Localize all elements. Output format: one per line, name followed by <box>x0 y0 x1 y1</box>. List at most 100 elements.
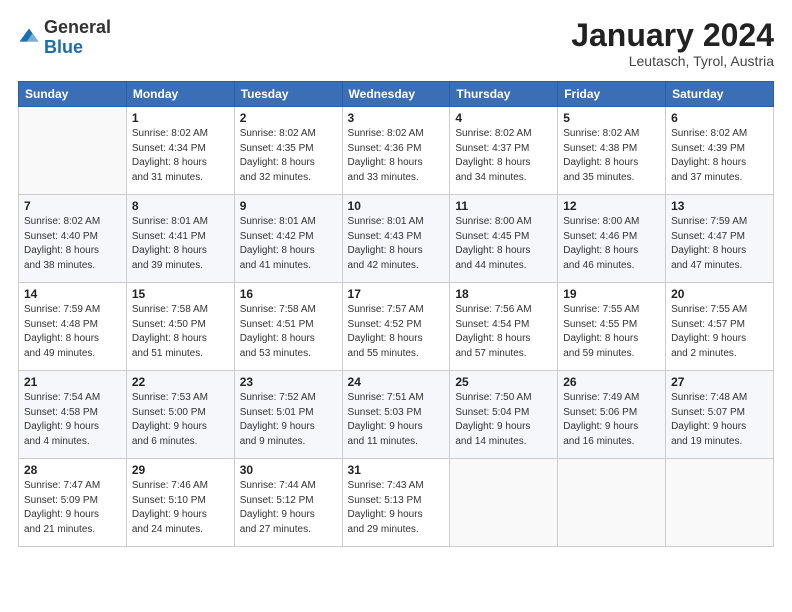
col-wednesday: Wednesday <box>342 82 450 107</box>
day-number: 8 <box>132 199 229 213</box>
table-row: 18Sunrise: 7:56 AM Sunset: 4:54 PM Dayli… <box>450 283 558 371</box>
col-thursday: Thursday <box>450 82 558 107</box>
col-saturday: Saturday <box>666 82 774 107</box>
day-detail: Sunrise: 7:55 AM Sunset: 4:57 PM Dayligh… <box>671 303 768 361</box>
header: General Blue January 2024 Leutasch, Tyro… <box>18 18 774 69</box>
calendar-week-row: 1Sunrise: 8:02 AM Sunset: 4:34 PM Daylig… <box>19 107 774 195</box>
day-detail: Sunrise: 8:02 AM Sunset: 4:38 PM Dayligh… <box>563 127 660 185</box>
day-detail: Sunrise: 8:02 AM Sunset: 4:39 PM Dayligh… <box>671 127 768 185</box>
day-number: 7 <box>24 199 121 213</box>
day-number: 10 <box>348 199 445 213</box>
day-detail: Sunrise: 8:02 AM Sunset: 4:34 PM Dayligh… <box>132 127 229 185</box>
day-number: 18 <box>455 287 552 301</box>
day-number: 21 <box>24 375 121 389</box>
table-row <box>19 107 127 195</box>
day-detail: Sunrise: 7:44 AM Sunset: 5:12 PM Dayligh… <box>240 479 337 537</box>
day-detail: Sunrise: 7:58 AM Sunset: 4:50 PM Dayligh… <box>132 303 229 361</box>
calendar-page: General Blue January 2024 Leutasch, Tyro… <box>0 0 792 612</box>
calendar-week-row: 14 Sunrise: 7:59 AM Sunset: 4:48 PM Dayli… <box>19 283 774 371</box>
day-detail: Sunrise: 8:01 AM Sunset: 4:42 PM Dayligh… <box>240 215 337 273</box>
table-row: 11 Sunrise: 8:00 AM Sunset: 4:45 PM Dayli… <box>450 195 558 283</box>
day-number: 14 <box>24 287 121 301</box>
day-number: 25 <box>455 375 552 389</box>
logo-general: General <box>44 17 111 37</box>
day-detail: Sunrise: 7:43 AM Sunset: 5:13 PM Dayligh… <box>348 479 445 537</box>
day-number: 9 <box>240 199 337 213</box>
location: Leutasch, Tyrol, Austria <box>571 53 774 69</box>
table-row: 16Sunrise: 7:58 AM Sunset: 4:51 PM Dayli… <box>234 283 342 371</box>
day-detail: Sunrise: 7:57 AM Sunset: 4:52 PM Dayligh… <box>348 303 445 361</box>
table-row <box>558 459 666 547</box>
day-detail: Sunrise: 8:02 AM Sunset: 4:36 PM Dayligh… <box>348 127 445 185</box>
calendar-week-row: 7Sunrise: 8:02 AM Sunset: 4:40 PM Daylig… <box>19 195 774 283</box>
table-row: 29Sunrise: 7:46 AM Sunset: 5:10 PM Dayli… <box>126 459 234 547</box>
table-row: 24Sunrise: 7:51 AM Sunset: 5:03 PM Dayli… <box>342 371 450 459</box>
table-row: 2Sunrise: 8:02 AM Sunset: 4:35 PM Daylig… <box>234 107 342 195</box>
day-number: 17 <box>348 287 445 301</box>
day-number: 27 <box>671 375 768 389</box>
day-detail: Sunrise: 7:48 AM Sunset: 5:07 PM Dayligh… <box>671 391 768 449</box>
day-number: 3 <box>348 111 445 125</box>
calendar-table: Sunday Monday Tuesday Wednesday Thursday… <box>18 81 774 547</box>
day-detail: Sunrise: 8:01 AM Sunset: 4:41 PM Dayligh… <box>132 215 229 273</box>
day-number: 30 <box>240 463 337 477</box>
day-detail: Sunrise: 8:02 AM Sunset: 4:35 PM Dayligh… <box>240 127 337 185</box>
day-detail: Sunrise: 7:52 AM Sunset: 5:01 PM Dayligh… <box>240 391 337 449</box>
day-number: 12 <box>563 199 660 213</box>
day-number: 19 <box>563 287 660 301</box>
table-row: 22 Sunrise: 7:53 AM Sunset: 5:00 PM Dayli… <box>126 371 234 459</box>
table-row: 19 Sunrise: 7:55 AM Sunset: 4:55 PM Dayli… <box>558 283 666 371</box>
calendar-week-row: 28 Sunrise: 7:47 AM Sunset: 5:09 PM Dayli… <box>19 459 774 547</box>
day-number: 4 <box>455 111 552 125</box>
day-number: 23 <box>240 375 337 389</box>
table-row: 27 Sunrise: 7:48 AM Sunset: 5:07 PM Dayli… <box>666 371 774 459</box>
day-detail: Sunrise: 7:49 AM Sunset: 5:06 PM Dayligh… <box>563 391 660 449</box>
day-number: 31 <box>348 463 445 477</box>
table-row: 1Sunrise: 8:02 AM Sunset: 4:34 PM Daylig… <box>126 107 234 195</box>
table-row: 10 Sunrise: 8:01 AM Sunset: 4:43 PM Dayli… <box>342 195 450 283</box>
table-row: 28 Sunrise: 7:47 AM Sunset: 5:09 PM Dayli… <box>19 459 127 547</box>
col-friday: Friday <box>558 82 666 107</box>
col-monday: Monday <box>126 82 234 107</box>
day-detail: Sunrise: 7:59 AM Sunset: 4:48 PM Dayligh… <box>24 303 121 361</box>
table-row: 5 Sunrise: 8:02 AM Sunset: 4:38 PM Daylig… <box>558 107 666 195</box>
table-row: 20 Sunrise: 7:55 AM Sunset: 4:57 PM Dayli… <box>666 283 774 371</box>
table-row: 13 Sunrise: 7:59 AM Sunset: 4:47 PM Dayli… <box>666 195 774 283</box>
day-number: 20 <box>671 287 768 301</box>
table-row: 30 Sunrise: 7:44 AM Sunset: 5:12 PM Dayli… <box>234 459 342 547</box>
table-row: 25Sunrise: 7:50 AM Sunset: 5:04 PM Dayli… <box>450 371 558 459</box>
table-row: 14 Sunrise: 7:59 AM Sunset: 4:48 PM Dayli… <box>19 283 127 371</box>
table-row: 15 Sunrise: 7:58 AM Sunset: 4:50 PM Dayli… <box>126 283 234 371</box>
table-row: 6Sunrise: 8:02 AM Sunset: 4:39 PM Daylig… <box>666 107 774 195</box>
col-tuesday: Tuesday <box>234 82 342 107</box>
day-number: 5 <box>563 111 660 125</box>
day-detail: Sunrise: 7:47 AM Sunset: 5:09 PM Dayligh… <box>24 479 121 537</box>
day-number: 11 <box>455 199 552 213</box>
day-detail: Sunrise: 8:01 AM Sunset: 4:43 PM Dayligh… <box>348 215 445 273</box>
table-row: 23 Sunrise: 7:52 AM Sunset: 5:01 PM Dayli… <box>234 371 342 459</box>
day-number: 22 <box>132 375 229 389</box>
table-row: 9 Sunrise: 8:01 AM Sunset: 4:42 PM Daylig… <box>234 195 342 283</box>
day-number: 24 <box>348 375 445 389</box>
col-sunday: Sunday <box>19 82 127 107</box>
day-number: 15 <box>132 287 229 301</box>
day-detail: Sunrise: 7:53 AM Sunset: 5:00 PM Dayligh… <box>132 391 229 449</box>
day-detail: Sunrise: 8:00 AM Sunset: 4:45 PM Dayligh… <box>455 215 552 273</box>
logo: General Blue <box>18 18 111 58</box>
day-detail: Sunrise: 7:55 AM Sunset: 4:55 PM Dayligh… <box>563 303 660 361</box>
table-row <box>666 459 774 547</box>
logo-blue: Blue <box>44 37 83 57</box>
table-row: 31 Sunrise: 7:43 AM Sunset: 5:13 PM Dayli… <box>342 459 450 547</box>
table-row: 8 Sunrise: 8:01 AM Sunset: 4:41 PM Daylig… <box>126 195 234 283</box>
day-number: 13 <box>671 199 768 213</box>
day-detail: Sunrise: 8:00 AM Sunset: 4:46 PM Dayligh… <box>563 215 660 273</box>
month-title: January 2024 <box>571 18 774 53</box>
table-row: 26 Sunrise: 7:49 AM Sunset: 5:06 PM Dayli… <box>558 371 666 459</box>
day-detail: Sunrise: 7:59 AM Sunset: 4:47 PM Dayligh… <box>671 215 768 273</box>
day-number: 26 <box>563 375 660 389</box>
title-block: January 2024 Leutasch, Tyrol, Austria <box>571 18 774 69</box>
day-number: 28 <box>24 463 121 477</box>
table-row: 21Sunrise: 7:54 AM Sunset: 4:58 PM Dayli… <box>19 371 127 459</box>
table-row: 7Sunrise: 8:02 AM Sunset: 4:40 PM Daylig… <box>19 195 127 283</box>
table-row: 17 Sunrise: 7:57 AM Sunset: 4:52 PM Dayli… <box>342 283 450 371</box>
